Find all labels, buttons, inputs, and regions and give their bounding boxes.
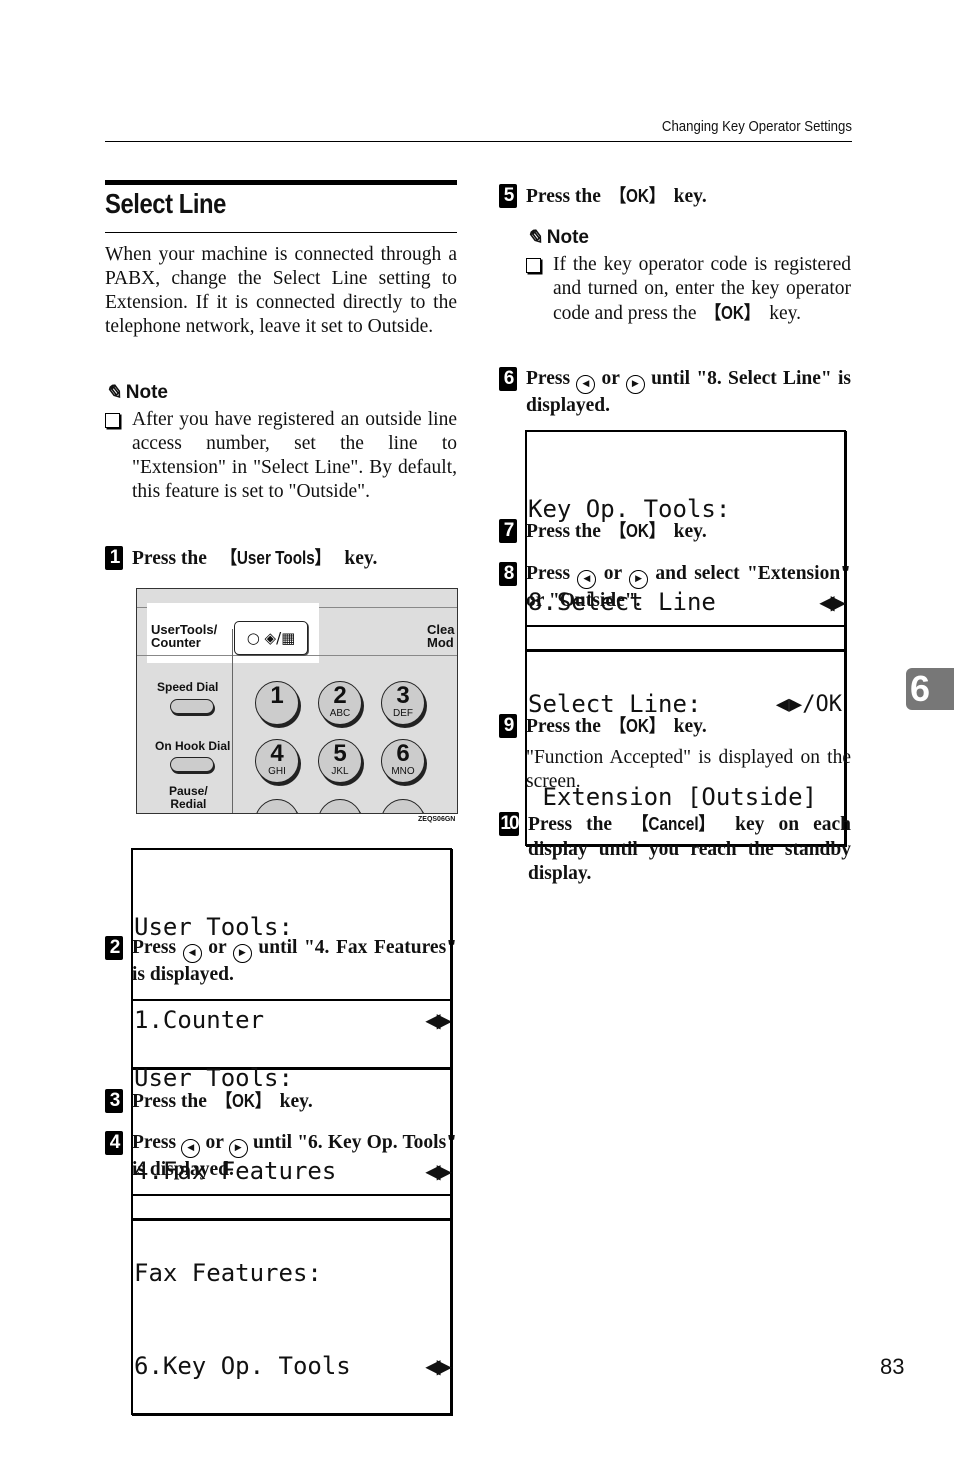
step-number: 8 [499,562,517,586]
speed-dial-label: Speed Dial [157,680,219,694]
note-heading: ✎ Note [105,380,168,405]
usertools-label: UserTools/ Counter [151,622,218,650]
right-arrow-key-icon: ▶ [228,1139,248,1158]
section-top-rule [105,180,457,185]
left-arrow-key-icon: ◀ [577,570,597,589]
step-number: 2 [105,936,123,960]
key-name: 【User Tools】 [221,548,330,568]
step-7: 7 Press the 【OK】 key. [499,519,851,545]
left-arrow-key-icon: ◀ [576,375,596,394]
step-text: Press the [132,548,212,569]
note-item: If the key operator code is registered a… [526,253,851,326]
step-number: 3 [105,1089,123,1113]
keypad-key-3[interactable]: 3 DEF [381,681,425,725]
left-right-arrows-icon: ◀▶ [425,1354,452,1378]
section-bottom-rule [105,232,457,233]
control-panel-illustration: UserTools/ Counter ○ ◈/▦ Clea Mod Speed … [136,588,458,814]
key-name: 【OK】 [610,716,665,736]
keypad-key-5[interactable]: 5 JKL [318,739,362,783]
key-name: 【OK】 [610,186,665,206]
step-number: 9 [499,714,517,738]
lcd-line-1: Fax Features: [134,1259,322,1287]
pause-redial-label: Pause/ Redial [169,784,208,811]
running-header: Changing Key Operator Settings [661,118,852,135]
pencil-icon: ✎ [526,227,543,249]
step-number: 6 [499,367,517,391]
lcd-line-2: 6.Key Op. Tools ◀▶ [134,1352,452,1380]
step-text: key. [339,548,378,569]
step-number: 5 [499,184,517,208]
panel-divider [232,629,233,813]
step-1: 1 Press the 【User Tools】 key. [105,546,457,572]
section-title: Select Line [105,188,226,219]
on-hook-dial-label: On Hook Dial [155,739,231,753]
step-number: 10 [499,812,520,836]
keypad-key-4[interactable]: 4 GHI [255,739,299,783]
key-name: 【OK】 [610,521,665,541]
on-hook-dial-key[interactable] [170,757,214,772]
right-arrow-key-icon: ▶ [232,944,252,963]
note-text: After you have registered an outside lin… [132,409,457,502]
right-arrow-key-icon: ▶ [629,570,649,589]
right-arrow-key-icon: ▶ [625,375,645,394]
panel-divider [137,655,457,656]
step-2: 2 Press ◀ or ▶ until "4. Fax Features" i… [105,936,457,988]
keypad-key-9[interactable] [381,799,425,813]
intro-paragraph: When your machine is connected through a… [105,244,457,337]
key-name: 【OK】 [216,1091,271,1111]
step-number: 1 [105,546,123,570]
pencil-icon: ✎ [105,382,122,404]
step-4: 4 Press ◀ or ▶ until "6. Key Op. Tools" … [105,1131,457,1183]
checkbox-bullet-icon [105,413,120,428]
step-8: 8 Press ◀ or ▶ and select "Extension" or… [499,562,851,614]
note-label: Note [125,381,168,403]
note-item: After you have registered an outside lin… [105,408,457,504]
step-number: 4 [105,1131,123,1155]
checkbox-bullet-icon [526,258,541,273]
step-9: 9 Press the 【OK】 key. [499,714,851,740]
page-number: 83 [880,1354,905,1379]
speed-dial-key[interactable] [170,699,214,714]
left-arrow-key-icon: ◀ [182,944,202,963]
left-arrow-key-icon: ◀ [181,1139,201,1158]
step-3: 3 Press the 【OK】 key. [105,1089,457,1115]
keypad-key-1[interactable]: 1 [255,681,299,725]
step-number: 7 [499,519,517,543]
step-9-detail: "Function Accepted" is displayed on the … [526,747,851,792]
step-10: 10 Press the 【Cancel】 key on each displa… [499,812,851,884]
keypad-key-2[interactable]: 2 ABC [318,681,362,725]
figure-id: ZEQS06GN [418,816,456,823]
lcd-display-key-op: Fax Features: 6.Key Op. Tools ◀▶ [131,1194,452,1415]
clear-modes-label: Clea Mod [427,622,455,650]
header-rule [105,141,852,142]
step-5: 5 Press the 【OK】 key. [499,184,851,210]
user-tools-key[interactable]: ○ ◈/▦ [234,621,308,655]
step-6: 6 Press ◀ or ▶ until "8. Select Line" is… [499,367,851,419]
keypad-key-6[interactable]: 6 MNO [381,739,425,783]
keypad-key-8[interactable] [318,799,362,813]
key-name: 【Cancel】 [633,814,715,834]
chapter-tab: 6 [906,668,954,710]
note-heading: ✎ Note [526,226,589,250]
keypad-key-7[interactable] [255,799,299,813]
